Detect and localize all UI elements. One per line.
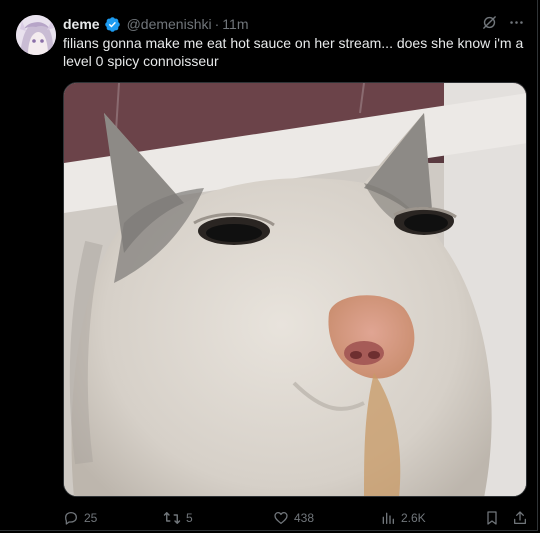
reply-button[interactable]: 25: [63, 508, 97, 528]
heart-icon: [274, 512, 288, 524]
tweet-card[interactable]: deme @demenishki · 11m filians gonna mak…: [0, 0, 538, 531]
tweet-actions-bar: 25 5 438 2.6K: [63, 508, 529, 528]
avatar[interactable]: [16, 15, 56, 55]
repost-count: 5: [186, 511, 193, 525]
bookmark-icon: [487, 511, 497, 525]
like-button[interactable]: 438: [273, 508, 314, 528]
tweet-header: deme @demenishki · 11m: [63, 14, 248, 34]
avatar-image: [16, 15, 56, 55]
repost-button[interactable]: 5: [163, 508, 193, 528]
tweet-media-image[interactable]: [63, 82, 527, 497]
grok-icon[interactable]: [481, 14, 498, 31]
more-icon[interactable]: [508, 14, 525, 31]
views-count: 2.6K: [401, 511, 426, 525]
share-button[interactable]: [512, 508, 528, 528]
reply-icon: [65, 512, 77, 525]
cat-photo: [64, 83, 526, 496]
user-handle[interactable]: @demenishki: [127, 16, 212, 32]
tweet-text: filians gonna make me eat hot sauce on h…: [63, 35, 524, 69]
repost-icon: [163, 512, 181, 524]
separator-dot: ·: [214, 16, 220, 32]
verified-badge-icon: [104, 16, 120, 32]
views-button[interactable]: 2.6K: [380, 508, 426, 528]
tweet-top-actions: [481, 14, 525, 31]
display-name[interactable]: deme: [63, 16, 100, 32]
bookmark-button[interactable]: [484, 508, 500, 528]
share-icon: [514, 511, 526, 524]
timestamp[interactable]: 11m: [222, 16, 248, 32]
reply-count: 25: [84, 511, 98, 525]
views-icon: [382, 512, 394, 524]
like-count: 438: [294, 511, 315, 525]
